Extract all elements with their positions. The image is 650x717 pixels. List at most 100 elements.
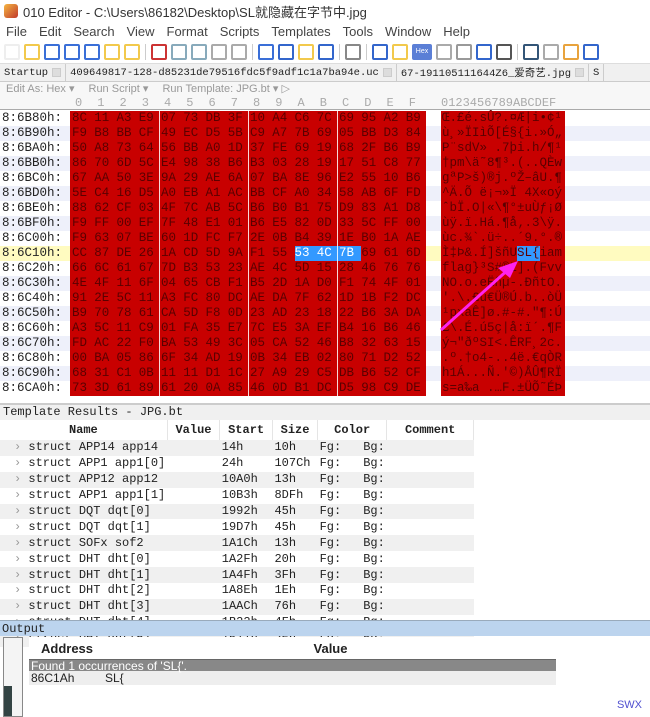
hex-byte[interactable]: 1E <box>339 231 361 246</box>
ascii-text[interactable]: ˆbÏ.O|«\¶°±uÙƒ¡Ø <box>442 201 562 216</box>
hex-byte[interactable]: DC <box>406 291 428 306</box>
help-icon[interactable] <box>543 43 559 60</box>
menu-tools[interactable]: Tools <box>337 24 379 39</box>
ascii-text[interactable]: s=a‰a .…F.±ÜÕ˜ÉÞ <box>442 381 562 396</box>
column-header-size[interactable]: Size <box>272 420 319 440</box>
hex-byte[interactable]: 4F <box>94 276 116 291</box>
menu-format[interactable]: Format <box>161 24 214 39</box>
hex-byte[interactable]: 33 <box>339 216 361 231</box>
hex-byte[interactable]: 0B <box>250 351 272 366</box>
hex-byte[interactable]: FE <box>272 141 294 156</box>
hex-byte[interactable]: F0 <box>139 336 161 351</box>
hex-byte[interactable]: 23 <box>250 306 272 321</box>
hex-byte[interactable]: 2F <box>361 141 383 156</box>
hex-byte[interactable]: DC <box>317 381 339 396</box>
hex-byte[interactable]: 1A <box>161 246 183 261</box>
hex-byte[interactable]: B6 <box>250 201 272 216</box>
hex-byte[interactable]: 11 <box>183 366 205 381</box>
hex-byte[interactable]: A0 <box>206 141 228 156</box>
hex-byte[interactable]: 2E <box>94 291 116 306</box>
ascii-text[interactable]: flag}³S#®L].(Fvv <box>442 261 562 276</box>
output-scrollbar[interactable] <box>3 637 23 717</box>
hex-byte[interactable]: 98 <box>361 381 383 396</box>
hex-byte[interactable]: 5D <box>183 306 205 321</box>
hex-byte[interactable]: 63 <box>384 336 406 351</box>
hex-byte[interactable]: 23 <box>228 261 250 276</box>
hex-byte[interactable]: 7C <box>183 201 205 216</box>
hex-byte[interactable]: CB <box>206 276 228 291</box>
hex-byte[interactable]: CA <box>161 306 183 321</box>
hex-byte[interactable]: B8 <box>339 336 361 351</box>
hex-byte[interactable]: AB <box>361 186 383 201</box>
hex-byte[interactable]: 35 <box>206 321 228 336</box>
hex-byte[interactable]: 34 <box>317 186 339 201</box>
hex-byte[interactable]: E4 <box>161 156 183 171</box>
hex-byte[interactable]: 51 <box>361 156 383 171</box>
hex-byte[interactable]: 52 <box>384 366 406 381</box>
hex-byte[interactable]: 9A <box>228 246 250 261</box>
hex-byte[interactable]: A3 <box>161 291 183 306</box>
hex-byte[interactable]: 34 <box>272 351 294 366</box>
hex-byte[interactable]: D5 <box>206 126 228 141</box>
hex-byte[interactable]: FD <box>406 186 428 201</box>
menu-window[interactable]: Window <box>379 24 437 39</box>
hex-byte[interactable]: B6 <box>228 156 250 171</box>
tab-2[interactable]: 67-191105111644Z6_爱奇艺.jpg <box>397 63 589 82</box>
run-script-dropdown[interactable]: Run Script ▾ <box>89 82 149 96</box>
ascii-text[interactable]: Ì‡Þ&.Í]šñUSL{iam <box>442 246 562 261</box>
hex-view[interactable]: 8:6B80h: 8C 11 A3 E9 07 73 DB 3F 10 A4 C6 7C 69 95 A2 B9… <box>0 111 650 401</box>
hex-byte[interactable]: 3D <box>94 381 116 396</box>
print-icon[interactable] <box>345 43 361 60</box>
paragraph-icon[interactable] <box>456 43 472 60</box>
hex-byte[interactable]: DE <box>406 381 428 396</box>
compare-icon[interactable] <box>563 43 579 60</box>
hex-byte[interactable]: 07 <box>250 171 272 186</box>
hex-byte[interactable]: CF <box>406 366 428 381</box>
template-row[interactable]: › struct SOFx sof2 1A1Ch 13h Fg: Bg: <box>0 535 474 552</box>
hex-byte[interactable]: 38 <box>206 156 228 171</box>
hex-byte[interactable]: B9 <box>406 111 428 126</box>
hex-byte[interactable]: 5D <box>295 261 317 276</box>
hex-byte[interactable]: B6 <box>384 321 406 336</box>
hex-byte[interactable]: A2 <box>384 111 406 126</box>
hex-byte[interactable]: 69 <box>339 111 361 126</box>
hex-byte[interactable]: 65 <box>183 276 205 291</box>
hex-byte[interactable]: A0 <box>161 186 183 201</box>
hex-byte[interactable]: EF <box>317 321 339 336</box>
hex-byte[interactable]: 5C <box>228 201 250 216</box>
hex-byte[interactable]: CF <box>272 186 294 201</box>
hex-byte[interactable]: 80 <box>206 291 228 306</box>
template-row[interactable]: › struct DQT dqt[0] 1992h 45h Fg: Bg: <box>0 503 474 520</box>
hex-byte[interactable]: 61 <box>139 306 161 321</box>
template-row[interactable]: › struct APP12 app12 10A0h 13h Fg: Bg: <box>0 471 474 488</box>
hex-byte[interactable]: B6 <box>384 141 406 156</box>
hex-byte[interactable]: 1D <box>339 291 361 306</box>
hex-byte[interactable]: 11 <box>139 291 161 306</box>
hex-byte[interactable]: 69 <box>361 246 383 261</box>
hex-byte[interactable]: 6D <box>406 246 428 261</box>
template-row[interactable]: › struct DHT dht[1] 1A4Fh 3Fh Fg: Bg: <box>0 567 474 584</box>
hex-byte[interactable]: 03 <box>272 156 294 171</box>
hex-byte[interactable]: 3C <box>228 336 250 351</box>
hex-byte[interactable]: A4 <box>272 111 294 126</box>
hex-byte[interactable]: 86 <box>72 156 94 171</box>
hex-byte[interactable]: BB <box>117 126 139 141</box>
hex-byte[interactable]: 76 <box>384 261 406 276</box>
hex-byte[interactable]: 10 <box>384 171 406 186</box>
hex-byte[interactable]: 16 <box>361 321 383 336</box>
hex-byte[interactable]: 55 <box>272 246 294 261</box>
hex-byte[interactable]: CF <box>139 126 161 141</box>
hex-byte[interactable]: C6 <box>295 111 317 126</box>
hex-byte[interactable]: 16 <box>117 186 139 201</box>
ascii-text[interactable]: ùc.¾`.ü÷..´9.°.® <box>442 231 562 246</box>
font-icon[interactable] <box>372 43 388 60</box>
hex-byte[interactable]: 19 <box>228 351 250 366</box>
hex-byte[interactable]: 50 <box>117 171 139 186</box>
hex-byte[interactable]: 11 <box>117 276 139 291</box>
hex-byte[interactable]: 04 <box>161 276 183 291</box>
new-file-icon[interactable] <box>4 43 20 60</box>
menu-search[interactable]: Search <box>67 24 120 39</box>
hex-byte[interactable]: C9 <box>384 381 406 396</box>
hex-byte[interactable]: 7F <box>161 216 183 231</box>
hex-byte[interactable]: 82 <box>295 216 317 231</box>
